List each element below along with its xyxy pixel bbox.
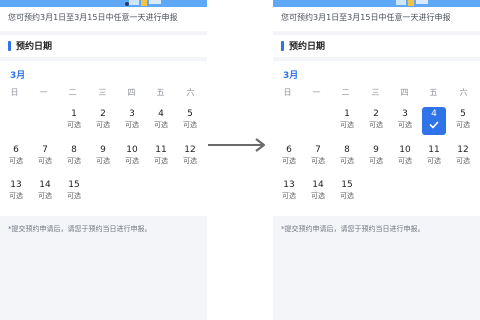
day-cell[interactable]: 8 可选 (62, 143, 86, 171)
day-cell[interactable]: 1 可选 (335, 107, 359, 135)
weekday-sat: 六 (186, 88, 195, 97)
weekday-mon: 一 (39, 88, 48, 97)
day-cell[interactable]: 3 可选 (393, 107, 417, 135)
section-title: 预约日期 (16, 42, 53, 52)
day-cell[interactable]: 13 可选 (4, 178, 28, 206)
weekday-header: 日 一 二 三 四 五 六 (0, 87, 207, 99)
banner-illustration-icon (125, 0, 161, 6)
day-cell[interactable]: 15 可选 (62, 178, 86, 206)
weekday-sun: 日 (10, 88, 19, 97)
day-cell[interactable]: 11 可选 (422, 143, 446, 171)
weekday-tue: 二 (341, 88, 350, 97)
weekday-wed: 三 (98, 88, 107, 97)
day-cell[interactable]: 5 可选 (178, 107, 202, 135)
day-cell[interactable]: 11 可选 (149, 143, 173, 171)
weekday-header: 日 一 二 三 四 五 六 (273, 87, 480, 99)
day-cell[interactable]: 12 可选 (178, 143, 202, 171)
check-icon (429, 121, 439, 129)
header-banner (0, 0, 207, 7)
section-title: 预约日期 (289, 42, 326, 52)
calendar-panel-before: 您可预约3月1日至3月15日中任意一天进行申报 预约日期 3月 日 一 二 三 … (0, 0, 207, 320)
day-cell[interactable]: 5 可选 (451, 107, 475, 135)
month-label: 3月 (283, 71, 299, 81)
weekday-fri: 五 (429, 88, 438, 97)
calendar: 3月 日 一 二 三 四 五 六 1 可选 2 可选 3 可选 4 可选 5 可选 6 可选… (0, 61, 207, 216)
day-cell[interactable]: 9 可选 (91, 143, 115, 171)
day-cell[interactable]: 14 可选 (306, 178, 330, 206)
day-cell[interactable]: 1 可选 (62, 107, 86, 135)
reservation-notice: 您可预约3月1日至3月15日中任意一天进行申报 (273, 7, 480, 31)
footnote: *提交预约申请后，请您于预约当日进行申报。 (8, 225, 152, 233)
day-cell[interactable]: 12 可选 (451, 143, 475, 171)
weekday-mon: 一 (312, 88, 321, 97)
section-accent-bar (281, 41, 284, 51)
header-banner (273, 0, 480, 7)
day-cell[interactable]: 6 可选 (277, 143, 301, 171)
calendar: 3月 日 一 二 三 四 五 六 1 可选 2 可选 3 可选 4 5 可选 6 可选 7… (273, 61, 480, 216)
weekday-sat: 六 (459, 88, 468, 97)
day-cell[interactable]: 10 可选 (393, 143, 417, 171)
month-label: 3月 (10, 71, 26, 81)
day-cell[interactable]: 4 可选 (149, 107, 173, 135)
day-cell[interactable]: 6 可选 (4, 143, 28, 171)
arrow-right-icon (208, 138, 266, 152)
day-cell[interactable]: 15 可选 (335, 178, 359, 206)
day-cell[interactable]: 2 可选 (364, 107, 388, 135)
weekday-wed: 三 (371, 88, 380, 97)
date-section-header: 预约日期 (0, 35, 207, 57)
day-cell[interactable]: 10 可选 (120, 143, 144, 171)
banner-illustration-icon (396, 0, 428, 6)
footnote: *提交预约申请后，请您于预约当日进行申报。 (281, 225, 425, 233)
date-section-header: 预约日期 (273, 35, 480, 57)
day-cell[interactable]: 8 可选 (335, 143, 359, 171)
weekday-thu: 四 (127, 88, 136, 97)
day-cell[interactable]: 3 可选 (120, 107, 144, 135)
day-cell[interactable]: 2 可选 (91, 107, 115, 135)
day-cell[interactable]: 14 可选 (33, 178, 57, 206)
day-cell-selected[interactable]: 4 (422, 107, 446, 135)
reservation-notice: 您可预约3月1日至3月15日中任意一天进行申报 (0, 7, 207, 31)
day-cell[interactable]: 13 可选 (277, 178, 301, 206)
day-cell[interactable]: 7 可选 (33, 143, 57, 171)
weekday-tue: 二 (68, 88, 77, 97)
section-accent-bar (8, 41, 11, 51)
weekday-thu: 四 (400, 88, 409, 97)
weekday-sun: 日 (283, 88, 292, 97)
day-cell[interactable]: 9 可选 (364, 143, 388, 171)
calendar-panel-after: 您可预约3月1日至3月15日中任意一天进行申报 预约日期 3月 日 一 二 三 … (273, 0, 480, 320)
weekday-fri: 五 (156, 88, 165, 97)
day-cell[interactable]: 7 可选 (306, 143, 330, 171)
